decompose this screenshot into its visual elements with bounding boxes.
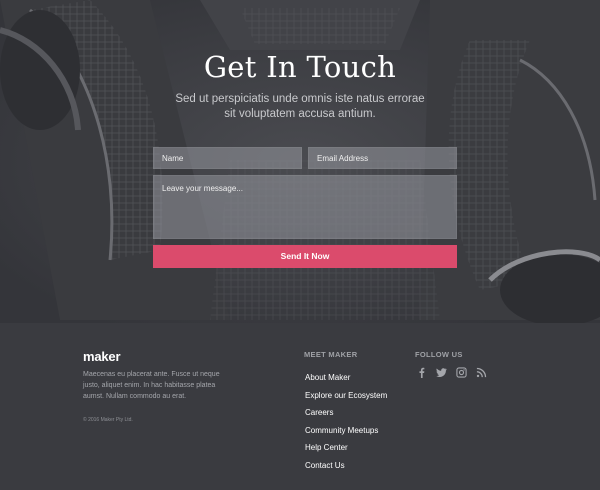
footer-links: About Maker Explore our Ecosystem Career… (305, 367, 387, 472)
meet-maker-heading: MEET MAKER (304, 350, 358, 359)
footer-link-careers[interactable]: Careers (305, 408, 333, 417)
footer-link-contact[interactable]: Contact Us (305, 461, 345, 470)
footer-link-meetups[interactable]: Community Meetups (305, 426, 378, 435)
email-input[interactable]: Email Address (308, 147, 457, 169)
footer-link-ecosystem[interactable]: Explore our Ecosystem (305, 391, 387, 400)
name-input[interactable]: Name (153, 147, 302, 169)
list-item: Help Center (305, 437, 387, 455)
facebook-icon[interactable] (416, 367, 427, 378)
instagram-icon[interactable] (456, 367, 467, 378)
maker-logo[interactable]: maker (83, 349, 121, 364)
copyright: © 2016 Maker Pty Ltd. (83, 417, 133, 423)
message-textarea[interactable]: Leave your message... (153, 175, 457, 239)
footer-link-about[interactable]: About Maker (305, 373, 350, 382)
hero-subtitle: Sed ut perspiciatis unde omnis iste natu… (175, 93, 425, 120)
footer-link-help[interactable]: Help Center (305, 443, 348, 452)
about-text: Maecenas eu placerat ante. Fusce ut nequ… (83, 371, 220, 400)
list-item: Community Meetups (305, 420, 387, 438)
list-item: About Maker (305, 367, 387, 385)
hero-section: Get In Touch Sed ut perspiciatis unde om… (0, 0, 600, 323)
follow-us-heading: FOLLOW US (415, 350, 463, 359)
twitter-icon[interactable] (436, 367, 447, 378)
send-button[interactable]: Send It Now (153, 245, 457, 268)
page-title: Get In Touch (203, 50, 397, 84)
list-item: Careers (305, 402, 387, 420)
list-item: Contact Us (305, 455, 387, 473)
list-item: Explore our Ecosystem (305, 385, 387, 403)
footer: maker Maecenas eu placerat ante. Fusce u… (0, 323, 600, 490)
social-links (416, 367, 487, 378)
rss-icon[interactable] (476, 367, 487, 378)
